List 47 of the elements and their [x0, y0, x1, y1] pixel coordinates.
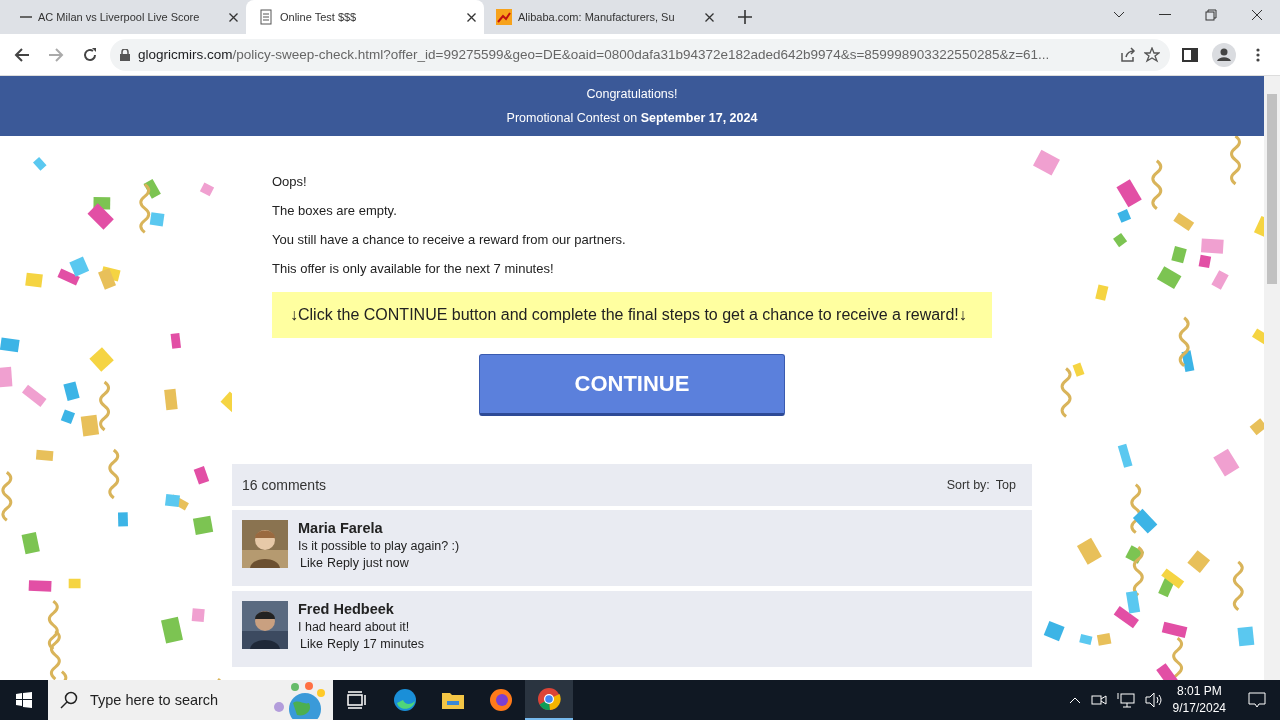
browser-tab[interactable]: Alibaba.com: Manufacturers, Su	[484, 0, 722, 34]
comment-text: I had heard about it!	[298, 620, 411, 634]
like-link[interactable]: Like	[300, 556, 323, 570]
clock-time[interactable]: 8:01 PM	[1176, 683, 1222, 700]
taskbar-search-box[interactable]: Type here to search	[48, 680, 333, 720]
header-title: Congratulations!	[586, 87, 678, 101]
profile-icon[interactable]	[1210, 40, 1238, 69]
like-link[interactable]: Like	[300, 637, 323, 651]
star-icon[interactable]	[1144, 46, 1160, 63]
reply-link[interactable]: Reply	[326, 637, 359, 651]
comment-text: Is it possible to play again? :)	[298, 539, 460, 553]
network-icon[interactable]	[1116, 692, 1135, 708]
chrome-icon[interactable]	[525, 680, 573, 720]
chevron-up-icon[interactable]	[1068, 696, 1081, 704]
lock-icon	[120, 48, 130, 61]
commenter-name: Maria Farela	[298, 520, 384, 536]
close-icon[interactable]	[229, 12, 238, 22]
message-text: You still have a chance to receive a reward from our partners.	[272, 232, 627, 247]
camera-icon[interactable]	[1090, 693, 1107, 707]
reply-link[interactable]: Reply	[326, 556, 359, 570]
comment-time: 17 minutes	[362, 637, 425, 651]
commenter-name: Fred Hedbeek	[298, 601, 395, 617]
close-icon[interactable]	[467, 12, 476, 22]
clock-date[interactable]: 9/17/2024	[1172, 700, 1226, 717]
message-text: This offer is only available for the next 7 minutes!	[272, 261, 555, 276]
scrollbar[interactable]	[1264, 76, 1280, 680]
header-subtitle: Promotional Contest on September 17, 2024	[506, 111, 758, 125]
browser-tab[interactable]: AC Milan vs Liverpool Live Score	[8, 0, 246, 34]
comment-time: just now	[362, 556, 409, 570]
favicon-icon	[496, 9, 512, 25]
document-icon	[258, 9, 274, 25]
notification-icon[interactable]	[1248, 692, 1266, 708]
comment-count: 16 comments	[242, 477, 327, 493]
browser-tab[interactable]: Online Test $$$	[246, 0, 484, 34]
notice-banner: ↓Click the CONTINUE button and complete the final steps to get a chance to receive a reward!↓	[272, 292, 992, 338]
continue-button[interactable]: CONTINUE	[479, 354, 785, 416]
sort-dropdown[interactable]: Top	[995, 478, 1016, 492]
dash-icon	[20, 16, 32, 18]
address-bar[interactable]: glogricmirs.com/policy-sweep-check.html?offer_id=99275599&geo=DE&oaid=0800dafa31b94372e182aded642b9974&s=859998903322550285&z=61...	[110, 38, 1170, 71]
search-icon	[60, 691, 78, 709]
close-icon[interactable]	[705, 12, 714, 22]
volume-icon[interactable]	[1144, 692, 1163, 708]
message-text: The boxes are empty.	[272, 203, 398, 218]
search-field[interactable]: Type here to search	[88, 691, 262, 709]
sort-label: Sort by:	[946, 478, 990, 492]
share-icon[interactable]	[1120, 46, 1136, 63]
message-text: Oops!	[272, 174, 308, 189]
